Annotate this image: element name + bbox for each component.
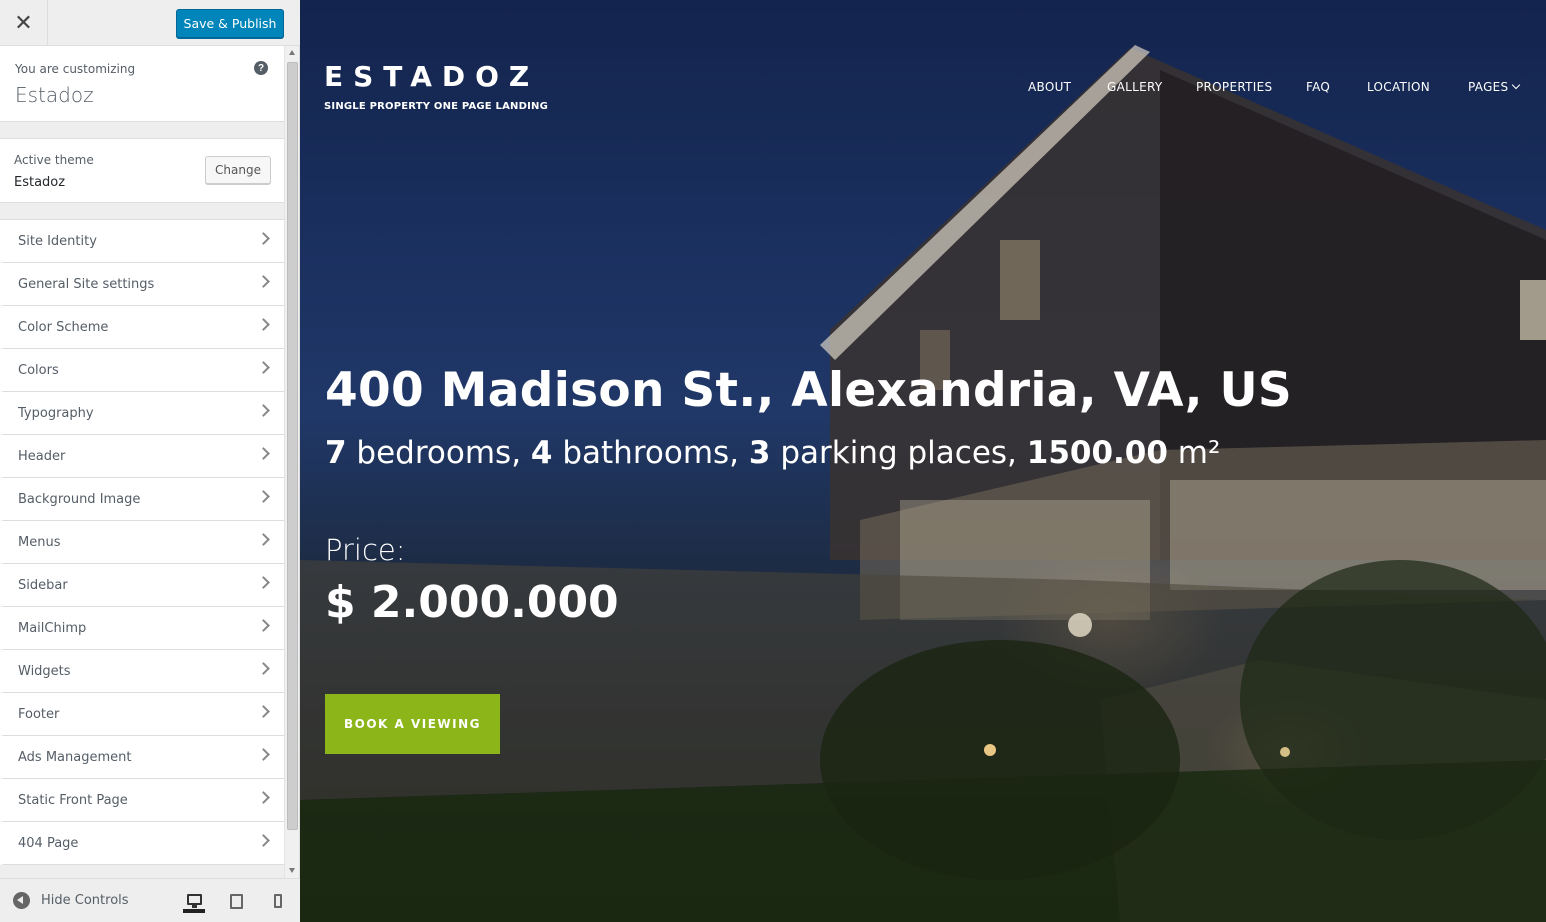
section-typography[interactable]: Typography — [0, 392, 284, 435]
close-button[interactable]: ✕ — [0, 0, 48, 45]
customizer-sidebar: ✕ Save & Publish You are customizing Est… — [0, 0, 300, 922]
site-logo[interactable]: ESTADOZ — [324, 60, 539, 93]
section-static-front-page[interactable]: Static Front Page — [0, 779, 284, 822]
nav-about[interactable]: ABOUT — [1028, 80, 1071, 94]
customizing-label: You are customizing — [15, 62, 136, 76]
chevron-right-icon — [257, 834, 270, 847]
scrollbar-thumb[interactable] — [287, 62, 298, 830]
section-404-page[interactable]: 404 Page — [0, 822, 284, 865]
book-viewing-button[interactable]: BOOK A VIEWING — [325, 694, 500, 754]
section-general-site-settings[interactable]: General Site settings — [0, 263, 284, 306]
section-label: Typography — [18, 406, 94, 421]
chevron-right-icon — [257, 748, 270, 761]
chevron-right-icon — [257, 447, 270, 460]
tablet-icon — [229, 893, 243, 909]
scroll-down-icon[interactable] — [289, 868, 295, 873]
active-theme-box: Active theme Estadoz Change — [0, 138, 284, 203]
customizer-header: ✕ Save & Publish — [0, 0, 300, 46]
section-label: 404 Page — [18, 836, 79, 851]
section-list: Site Identity General Site settings Colo… — [0, 219, 284, 865]
mobile-icon — [274, 894, 282, 908]
site-title: Estadoz — [15, 83, 94, 107]
bedrooms-count: 7 — [325, 435, 347, 471]
chevron-right-icon — [257, 490, 270, 503]
section-menus[interactable]: Menus — [0, 521, 284, 564]
section-label: Widgets — [18, 664, 71, 679]
section-label: Header — [18, 449, 66, 464]
preview-tablet-button[interactable] — [225, 889, 247, 913]
save-publish-button[interactable]: Save & Publish — [176, 9, 284, 38]
section-label: Colors — [18, 363, 59, 378]
nav-pages[interactable]: PAGES — [1468, 80, 1521, 94]
section-colors[interactable]: Colors — [0, 349, 284, 392]
section-sidebar[interactable]: Sidebar — [0, 564, 284, 607]
chevron-right-icon — [257, 619, 270, 632]
preview-desktop-button[interactable] — [183, 889, 205, 913]
section-label: Color Scheme — [18, 320, 109, 335]
collapse-sidebar-icon[interactable] — [13, 892, 30, 909]
bathrooms-count: 4 — [530, 435, 553, 471]
bedrooms-label: bedrooms, — [346, 435, 531, 471]
section-widgets[interactable]: Widgets — [0, 650, 284, 693]
price-value: $ 2.000.000 — [325, 577, 619, 628]
panel-scrollbar[interactable] — [284, 46, 299, 878]
scroll-up-icon[interactable] — [289, 50, 295, 55]
site-preview: ESTADOZ SINGLE PROPERTY ONE PAGE LANDING… — [300, 0, 1546, 922]
nav-location[interactable]: LOCATION — [1367, 80, 1430, 94]
customizer-footer: Hide Controls — [0, 878, 300, 922]
help-icon[interactable]: ? — [254, 61, 268, 75]
chevron-right-icon — [257, 533, 270, 546]
change-theme-button[interactable]: Change — [205, 156, 271, 184]
section-label: Menus — [18, 535, 61, 550]
nav-pages-label: PAGES — [1468, 80, 1509, 94]
active-theme-label: Active theme — [14, 153, 94, 167]
area-value: 1500.00 — [1026, 435, 1168, 471]
section-ads-management[interactable]: Ads Management — [0, 736, 284, 779]
section-label: General Site settings — [18, 277, 155, 292]
chevron-right-icon — [257, 791, 270, 804]
section-label: Ads Management — [18, 750, 132, 765]
section-label: Site Identity — [18, 234, 97, 249]
chevron-down-icon — [1512, 80, 1521, 90]
chevron-right-icon — [257, 404, 270, 417]
customizer-info: You are customizing Estadoz ? — [0, 46, 284, 122]
chevron-right-icon — [257, 361, 270, 374]
section-mailchimp[interactable]: MailChimp — [0, 607, 284, 650]
parking-count: 3 — [748, 435, 771, 471]
chevron-right-icon — [257, 275, 270, 288]
nav-properties[interactable]: PROPERTIES — [1196, 80, 1272, 94]
chevron-right-icon — [257, 662, 270, 675]
close-icon: ✕ — [14, 9, 33, 35]
chevron-right-icon — [257, 576, 270, 589]
section-header[interactable]: Header — [0, 435, 284, 478]
nav-gallery[interactable]: GALLERY — [1107, 80, 1162, 94]
parking-label: parking places, — [770, 435, 1027, 471]
price-label: Price: — [325, 533, 406, 567]
chevron-right-icon — [257, 318, 270, 331]
section-background-image[interactable]: Background Image — [0, 478, 284, 521]
chevron-right-icon — [257, 232, 270, 245]
nav-faq[interactable]: FAQ — [1306, 80, 1330, 94]
chevron-right-icon — [257, 705, 270, 718]
hide-controls-button[interactable]: Hide Controls — [41, 893, 129, 908]
area-unit: m² — [1167, 435, 1221, 471]
section-label: Background Image — [18, 492, 141, 507]
site-tagline: SINGLE PROPERTY ONE PAGE LANDING — [324, 101, 549, 112]
property-features: 7 bedrooms, 4 bathrooms, 3 parking place… — [325, 435, 1220, 471]
property-address: 400 Madison St., Alexandria, VA, US — [325, 363, 1293, 418]
customizer-panel: You are customizing Estadoz ? Active the… — [0, 46, 284, 878]
section-label: MailChimp — [18, 621, 87, 636]
desktop-icon — [186, 893, 202, 908]
active-theme-name: Estadoz — [14, 175, 66, 190]
section-label: Sidebar — [18, 578, 68, 593]
section-color-scheme[interactable]: Color Scheme — [0, 306, 284, 349]
section-label: Static Front Page — [18, 793, 128, 808]
section-label: Footer — [18, 707, 60, 722]
section-footer[interactable]: Footer — [0, 693, 284, 736]
bathrooms-label: bathrooms, — [552, 435, 749, 471]
preview-mobile-button[interactable] — [267, 889, 289, 913]
section-site-identity[interactable]: Site Identity — [0, 220, 284, 263]
